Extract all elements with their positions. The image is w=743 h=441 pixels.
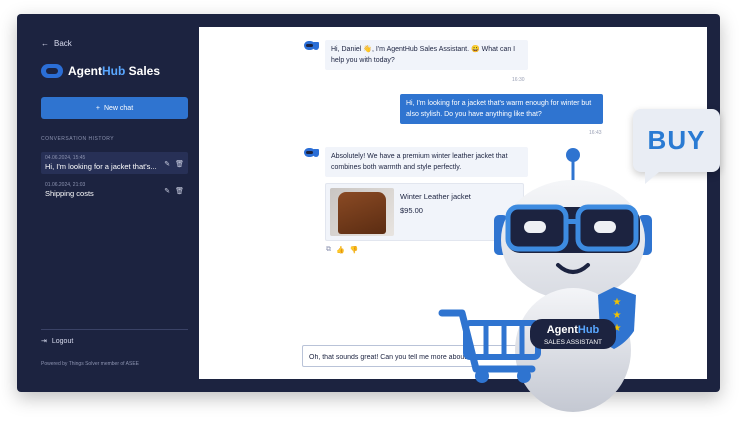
copy-icon[interactable]: ⧉ — [326, 246, 331, 254]
bot-avatar-icon — [304, 40, 320, 52]
back-label: Back — [54, 39, 72, 48]
brand-name: AgentHub Sales — [68, 64, 161, 78]
logout-button[interactable]: ⇥ Logout — [41, 337, 74, 346]
logout-icon: ⇥ — [41, 338, 47, 345]
trash-icon[interactable]: 🗑 — [175, 160, 184, 168]
powered-by: Powered by Things Solver member of ASEE — [41, 361, 140, 367]
robot-mascot: ★ ★ ★ AgentHub SALES ASSISTANT — [438, 148, 652, 412]
brand: AgentHub Sales — [41, 64, 160, 78]
logout-label: Logout — [51, 337, 74, 345]
new-chat-label: New chat — [103, 104, 134, 112]
conversation-item[interactable]: 01.06.2024, 21:03 Shipping costs ✎ 🗑 — [41, 179, 188, 201]
plus-icon: + — [95, 104, 100, 112]
trash-icon[interactable]: 🗑 — [175, 187, 184, 195]
edit-icon[interactable]: ✎ — [164, 187, 170, 195]
robot-badge-prefix: Agent — [547, 324, 579, 336]
message-time: 16:30 — [512, 77, 525, 83]
product-price: $95.00 — [400, 206, 423, 215]
robot-badge-accent: Hub — [578, 324, 600, 336]
bot-message: Hi, Daniel 👋, I'm AgentHub Sales Assista… — [325, 40, 528, 70]
conversation-item[interactable]: 04.06.2024, 15:45 Hi, I'm looking for a … — [41, 152, 188, 174]
edit-icon[interactable]: ✎ — [164, 160, 170, 168]
thumbs-up-icon[interactable]: 👍 — [336, 246, 345, 254]
sidebar: ← Back AgentHub Sales + New chat CONVERS… — [17, 14, 199, 392]
sidebar-divider — [41, 329, 188, 330]
svg-text:★: ★ — [613, 310, 622, 321]
bot-avatar-icon — [304, 147, 320, 159]
message-time: 16:43 — [589, 130, 602, 136]
arrow-left-icon: ← — [41, 39, 49, 48]
robot-logo-icon — [41, 64, 63, 78]
svg-text:AgentHub: AgentHub — [547, 324, 600, 336]
back-button[interactable]: ← Back — [41, 39, 72, 48]
conversation-date: 01.06.2024, 21:03 — [45, 182, 86, 188]
product-image — [330, 188, 394, 236]
new-chat-button[interactable]: + New chat — [41, 97, 188, 119]
thumbs-down-icon[interactable]: 👎 — [350, 246, 359, 254]
conversation-title: Shipping costs — [45, 189, 94, 198]
message-reactions: ⧉ 👍 👎 — [326, 246, 358, 254]
conversation-date: 04.06.2024, 15:45 — [45, 155, 86, 161]
conversation-title: Hi, I'm looking for a jacket that's... — [45, 162, 157, 171]
svg-text:★: ★ — [613, 297, 622, 308]
robot-badge-sub: SALES ASSISTANT — [544, 339, 602, 346]
user-message: Hi, I'm looking for a jacket that's warm… — [400, 94, 603, 124]
stage: ← Back AgentHub Sales + New chat CONVERS… — [0, 0, 743, 441]
history-title: CONVERSATION HISTORY — [41, 136, 115, 142]
